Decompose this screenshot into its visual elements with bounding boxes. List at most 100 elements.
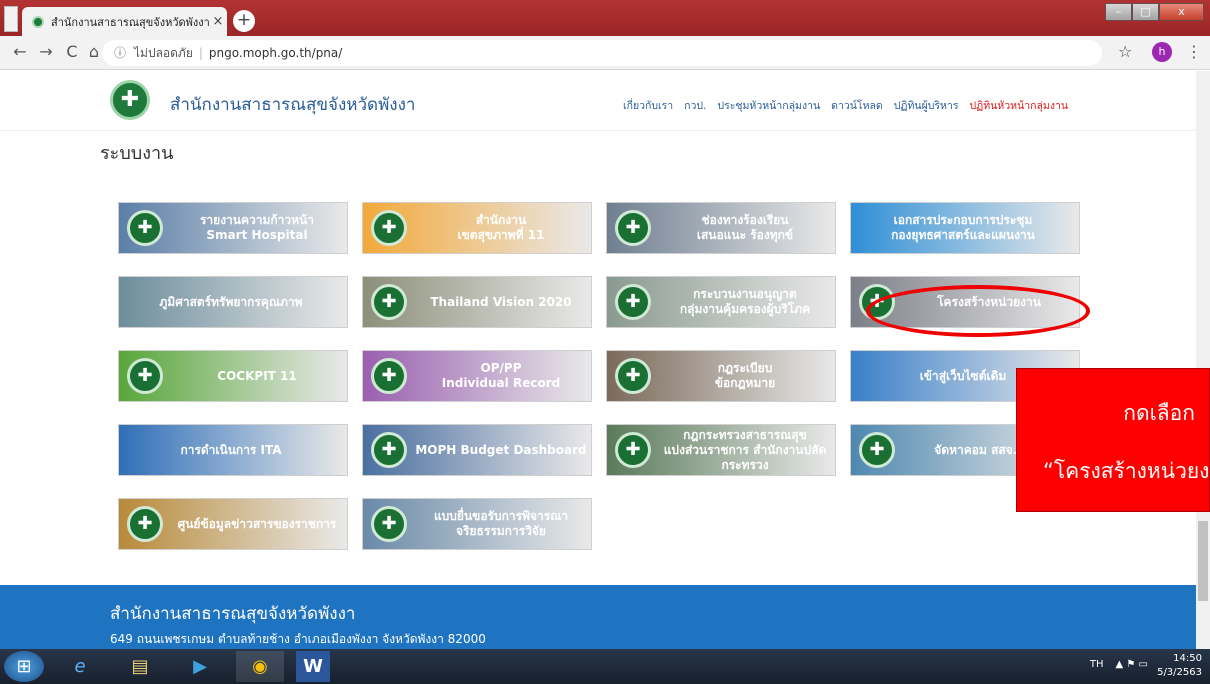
- nav-kwp[interactable]: กวป.: [684, 97, 706, 114]
- tile-label: COCKPIT 11: [171, 369, 347, 384]
- highlight-ellipse: [866, 285, 1090, 337]
- url-separator: |: [198, 46, 203, 60]
- tile-label-line-1: OP/PP: [480, 361, 522, 375]
- back-button[interactable]: ←: [10, 42, 30, 61]
- start-button[interactable]: ⊞: [4, 651, 44, 682]
- moph-emblem-icon: ✚: [371, 432, 407, 468]
- system-tile[interactable]: ✚ รายงานความก้าวหน้า Smart Hospital: [118, 202, 348, 254]
- tile-label-line-2: เสนอแนะ ร้องทุกข์: [696, 228, 794, 242]
- moph-emblem-icon: ✚: [371, 506, 407, 542]
- footer-address: 649 ถนนเพชรเกษม ตำบลท้ายช้าง อำเภอเมืองพ…: [110, 632, 486, 646]
- site-footer: สำนักงานสาธารณสุขจังหวัดพังงา 649 ถนนเพช…: [0, 585, 1196, 649]
- close-window-button[interactable]: x: [1159, 3, 1204, 21]
- nav-download[interactable]: ดาวน์โหลด: [831, 97, 883, 114]
- tile-label-line-1: Thailand Vision 2020: [430, 294, 572, 309]
- nav-executive-calendar[interactable]: ปฏิทินผู้บริหาร: [894, 97, 959, 114]
- moph-emblem-icon: ✚: [615, 284, 651, 320]
- tile-label-line-2: จริยธรรมการวิจัย: [456, 524, 546, 538]
- site-name[interactable]: สำนักงานสาธารณสุขจังหวัดพังงา: [170, 91, 415, 118]
- new-tab-button[interactable]: +: [233, 10, 255, 32]
- url-text[interactable]: pngo.moph.go.th/pna/: [209, 40, 342, 66]
- tile-label: ภูมิศาสตร์ทรัพยากรคุณภาพ: [119, 295, 347, 310]
- tile-label-line-1: กฎระเบียบ: [717, 361, 773, 375]
- taskbar-clock[interactable]: 14:50 5/3/2563: [1157, 652, 1202, 680]
- ie-icon[interactable]: e: [56, 651, 104, 682]
- system-tile[interactable]: ภูมิศาสตร์ทรัพยากรคุณภาพ: [118, 276, 348, 328]
- system-tile[interactable]: เอกสารประกอบการประชุม กองยุทธศาสตร์และแผน…: [850, 202, 1080, 254]
- footer-title: สำนักงานสาธารณสุขจังหวัดพังงา: [110, 604, 356, 624]
- moph-emblem-icon: ✚: [371, 210, 407, 246]
- browser-menu-icon[interactable]: ⋮: [1186, 42, 1202, 61]
- minimize-button[interactable]: –: [1105, 3, 1132, 21]
- moph-emblem-icon: ✚: [371, 358, 407, 394]
- page-scrollbar[interactable]: [1196, 71, 1210, 649]
- browser-tab[interactable]: สำนักงานสาธารณสุขจังหวัดพังงา ×: [22, 7, 227, 36]
- tile-label-line-2: แบ่งส่วนราชการ สำนักงานปลัดกระทรวง: [663, 442, 827, 472]
- tile-label-line-1: แบบยื่นขอรับการพิจารณา: [433, 509, 569, 523]
- profile-avatar[interactable]: h: [1152, 42, 1172, 62]
- tile-label: Thailand Vision 2020: [415, 295, 591, 310]
- instruction-callout: กดเลือก “โครงสร้างหน่วยงาน”: [1016, 368, 1210, 512]
- url-bar[interactable]: ⓘ ไม่ปลอดภัย | pngo.moph.go.th/pna/: [102, 40, 1102, 66]
- moph-emblem-icon: ✚: [615, 210, 651, 246]
- moph-logo-icon[interactable]: ✚: [110, 80, 150, 120]
- home-button[interactable]: ⌂: [84, 42, 104, 61]
- bookmark-star-icon[interactable]: ☆: [1118, 42, 1132, 61]
- system-tile[interactable]: ✚ กระบวนงานอนุญาต กลุ่มงานคุ้มครองผู้บริโภ…: [606, 276, 836, 328]
- system-tile[interactable]: ✚ กฎระเบียบ ข้อกฎหมาย: [606, 350, 836, 402]
- tile-label: แบบยื่นขอรับการพิจารณา จริยธรรมการวิจัย: [415, 509, 591, 539]
- system-tile[interactable]: ✚ ช่องทางร้องเรียน เสนอแนะ ร้องทุกข์: [606, 202, 836, 254]
- tile-label-line-1: การดำเนินการ ITA: [180, 442, 282, 457]
- tile-label: ช่องทางร้องเรียน เสนอแนะ ร้องทุกข์: [659, 213, 835, 243]
- system-tile[interactable]: ✚ MOPH Budget Dashboard: [362, 424, 592, 476]
- system-tile[interactable]: ✚ Thailand Vision 2020: [362, 276, 592, 328]
- explorer-icon[interactable]: ▤: [116, 651, 164, 682]
- tray-icons[interactable]: ▲ ⚑ ▭: [1116, 659, 1148, 670]
- scrollbar-thumb[interactable]: [1198, 521, 1208, 601]
- system-tile[interactable]: การดำเนินการ ITA: [118, 424, 348, 476]
- nav-about[interactable]: เกี่ยวกับเรา: [623, 97, 673, 114]
- moph-emblem-icon: ✚: [371, 284, 407, 320]
- tile-label: กฎระเบียบ ข้อกฎหมาย: [659, 361, 835, 391]
- nav-head-calendar[interactable]: ปฏิทินหัวหน้ากลุ่มงาน: [969, 97, 1068, 114]
- tab-close-icon[interactable]: ×: [209, 14, 227, 29]
- system-tile[interactable]: ✚ OP/PP Individual Record: [362, 350, 592, 402]
- forward-button[interactable]: →: [36, 42, 56, 61]
- window-controls: – □ x: [1105, 3, 1204, 21]
- tile-label-line-1: ศูนย์ข้อมูลข่าวสารของราชการ: [177, 516, 337, 531]
- tile-label-line-1: ภูมิศาสตร์ทรัพยากรคุณภาพ: [159, 294, 303, 309]
- window-app-icon: [4, 6, 18, 32]
- system-tile[interactable]: ✚ COCKPIT 11: [118, 350, 348, 402]
- tile-label-line-1: COCKPIT 11: [217, 368, 297, 383]
- address-toolbar: ← → C ⌂ ⓘ ไม่ปลอดภัย | pngo.moph.go.th/p…: [0, 36, 1210, 70]
- tile-label-line-1: ช่องทางร้องเรียน: [701, 213, 789, 227]
- callout-line-1: กดเลือก: [1123, 401, 1195, 425]
- chrome-icon[interactable]: ◉: [236, 651, 284, 682]
- system-tile[interactable]: ✚ ศูนย์ข้อมูลข่าวสารของราชการ: [118, 498, 348, 550]
- callout-line-2: “โครงสร้างหน่วยงาน”: [1043, 459, 1210, 483]
- info-icon[interactable]: ⓘ: [114, 40, 126, 66]
- language-indicator[interactable]: TH: [1090, 659, 1104, 670]
- tile-label-line-2: กองยุทธศาสตร์และแผนงาน: [891, 228, 1035, 242]
- nav-meeting[interactable]: ประชุมหัวหน้ากลุ่มงาน: [717, 97, 820, 114]
- security-label: ไม่ปลอดภัย: [134, 46, 193, 60]
- tile-label-line-1: กระบวนงานอนุญาต: [693, 287, 797, 301]
- system-tile[interactable]: ✚ แบบยื่นขอรับการพิจารณา จริยธรรมการวิจัย: [362, 498, 592, 550]
- word-icon[interactable]: W: [296, 651, 330, 682]
- favicon-icon: [32, 15, 44, 28]
- tile-label-line-1: เอกสารประกอบการประชุม: [893, 213, 1033, 227]
- tile-label-line-2: ข้อกฎหมาย: [714, 376, 776, 390]
- system-tile[interactable]: ✚ สำนักงาน เขตสุขภาพที่ 11: [362, 202, 592, 254]
- tab-title: สำนักงานสาธารณสุขจังหวัดพังงา: [51, 15, 209, 29]
- site-nav: เกี่ยวกับเรา กวป. ประชุมหัวหน้ากลุ่มงาน …: [623, 97, 1068, 114]
- system-tile[interactable]: ✚ กฎกระทรวงสาธารณสุข แบ่งส่วนราชการ สำนักง…: [606, 424, 836, 476]
- tile-label: สำนักงาน เขตสุขภาพที่ 11: [415, 213, 591, 243]
- moph-emblem-icon: ✚: [127, 358, 163, 394]
- tile-label: การดำเนินการ ITA: [119, 443, 347, 458]
- tile-label: MOPH Budget Dashboard: [415, 443, 591, 458]
- media-player-icon[interactable]: ▶: [176, 651, 224, 682]
- tile-label-line-2: เขตสุขภาพที่ 11: [457, 228, 545, 242]
- reload-button[interactable]: C: [62, 42, 82, 61]
- moph-emblem-icon: ✚: [127, 210, 163, 246]
- maximize-button[interactable]: □: [1132, 3, 1159, 21]
